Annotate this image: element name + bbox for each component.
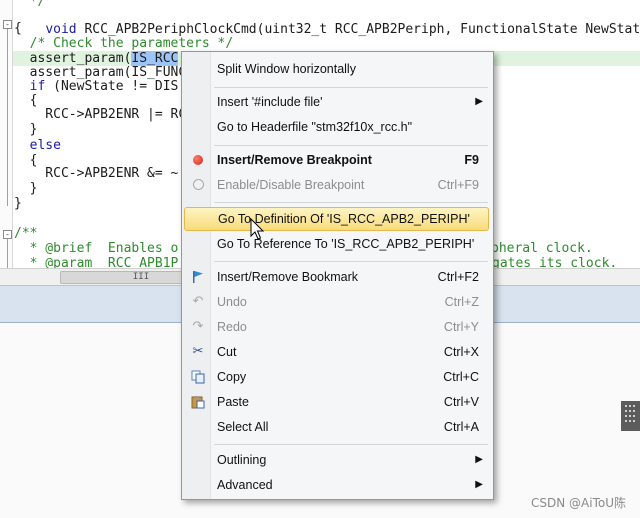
menu-item-advanced[interactable]: Advanced ▶ xyxy=(184,473,489,497)
submenu-arrow-icon: ▶ xyxy=(475,454,483,465)
undo-icon: ↶ xyxy=(192,294,204,309)
submenu-arrow-icon: ▶ xyxy=(475,96,483,107)
menu-separator xyxy=(214,261,488,262)
code-line-comment-open: /** xyxy=(14,226,38,241)
code-line: } xyxy=(14,181,38,196)
code-line: } xyxy=(14,196,22,211)
paste-icon xyxy=(190,395,206,409)
code-line-assert-1: assert_param(IS_RCC xyxy=(14,51,179,66)
menu-separator xyxy=(214,202,488,203)
fold-line xyxy=(7,239,8,268)
resize-grip-icon[interactable] xyxy=(621,401,640,431)
menu-item-toggle-bookmark[interactable]: Insert/Remove Bookmark Ctrl+F2 xyxy=(184,265,489,289)
code-line-comment-brief: * @brief Enables o xyxy=(14,241,179,256)
code-fragment-right: gates its clock. xyxy=(492,256,618,268)
watermark: CSDN @AiToU陈 xyxy=(531,496,626,510)
menu-item-go-to-headerfile[interactable]: Go to Headerfile "stm32f10x_rcc.h" xyxy=(184,115,489,139)
submenu-arrow-icon: ▶ xyxy=(475,479,483,490)
scissors-icon: ✂ xyxy=(192,344,204,359)
menu-item-enable-breakpoint[interactable]: Enable/Disable Breakpoint Ctrl+F9 xyxy=(184,173,489,197)
fold-toggle-function[interactable]: - xyxy=(3,20,12,29)
code-line: { xyxy=(14,21,22,36)
code-fragment-right: pheral clock. xyxy=(491,241,593,256)
breakpoint-icon xyxy=(190,153,206,167)
code-line: assert_param(IS_FUNC xyxy=(14,65,187,80)
menu-separator xyxy=(214,145,488,146)
bookmark-flag-icon xyxy=(190,270,206,284)
context-menu: Split Window horizontally Insert '#inclu… xyxy=(181,51,494,500)
fold-toggle-comment[interactable]: - xyxy=(3,230,12,239)
menu-item-cut[interactable]: ✂ Cut Ctrl+X xyxy=(184,340,489,364)
code-line-signature: void RCC_APB2PeriphClockCmd(uint32_t RCC… xyxy=(14,7,640,37)
keyword-if: if xyxy=(29,79,46,94)
menu-item-select-all[interactable]: Select All Ctrl+A xyxy=(184,415,489,439)
function-signature: RCC_APB2PeriphClockCmd(uint32_t RCC_APB2… xyxy=(76,22,640,37)
code-line-if: if (NewState != DIS xyxy=(29,79,179,94)
menu-item-toggle-breakpoint[interactable]: Insert/Remove Breakpoint F9 xyxy=(184,148,489,172)
selected-identifier[interactable]: IS_RCC xyxy=(131,51,179,66)
code-line-else: else xyxy=(14,138,61,153)
keyword-void: void xyxy=(45,22,77,37)
menu-item-go-to-definition[interactable]: Go To Definition Of 'IS_RCC_APB2_PERIPH' xyxy=(184,207,489,231)
menu-item-insert-include[interactable]: Insert '#include file' ▶ xyxy=(184,90,489,114)
mouse-pointer-icon xyxy=(250,218,265,240)
code-line-comment-param: * @param RCC_APB1P xyxy=(14,256,179,268)
copy-icon xyxy=(190,370,206,384)
redo-icon: ↷ xyxy=(192,319,204,334)
fold-gutter: - - xyxy=(0,0,13,268)
menu-separator xyxy=(214,444,488,445)
fold-line xyxy=(7,29,8,206)
menu-item-copy[interactable]: Copy Ctrl+C xyxy=(184,365,489,389)
code-line: RCC->APB2ENR |= RC xyxy=(14,107,187,122)
code-line: { xyxy=(14,93,38,108)
menu-item-go-to-reference[interactable]: Go To Reference To 'IS_RCC_APB2_PERIPH' xyxy=(184,232,489,256)
code-line: } xyxy=(14,122,38,137)
menu-item-split-window[interactable]: Split Window horizontally xyxy=(184,57,489,81)
code-line-comment: /* Check the parameters */ xyxy=(14,36,234,51)
menu-item-undo[interactable]: ↶ Undo Ctrl+Z xyxy=(184,290,489,314)
code-line: RCC->APB2ENR &= ~ xyxy=(14,166,179,181)
disabled-breakpoint-icon xyxy=(190,178,206,192)
menu-item-paste[interactable]: Paste Ctrl+V xyxy=(184,390,489,414)
menu-separator xyxy=(214,87,488,88)
menu-item-outlining[interactable]: Outlining ▶ xyxy=(184,448,489,472)
menu-item-redo[interactable]: ↷ Redo Ctrl+Y xyxy=(184,315,489,339)
